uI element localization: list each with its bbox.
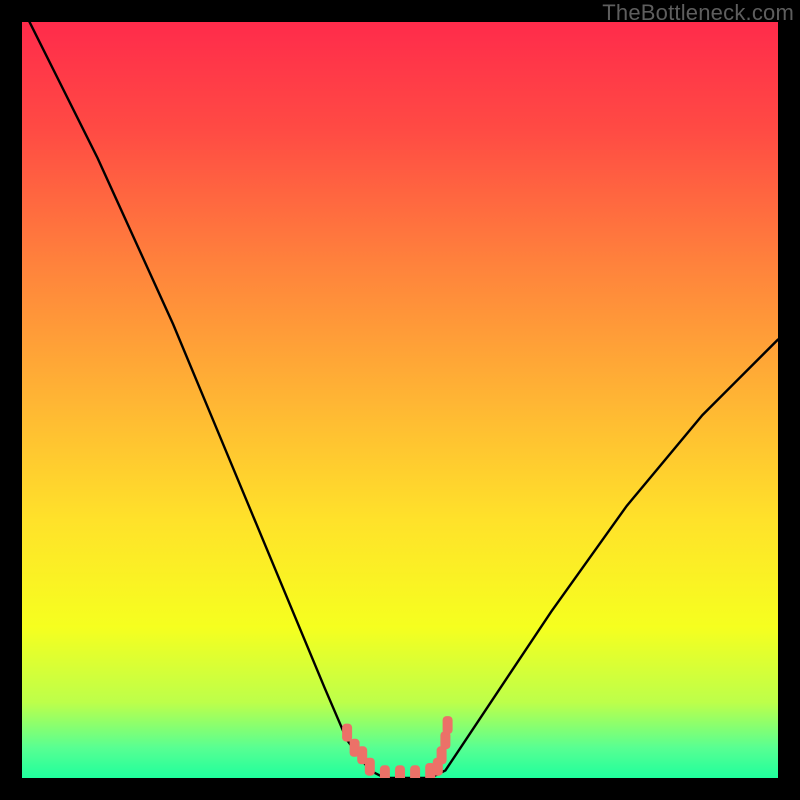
marker-point xyxy=(380,765,390,778)
marker-point xyxy=(443,716,453,734)
bottleneck-curve-line xyxy=(22,22,778,778)
bottleneck-chart xyxy=(22,22,778,778)
marker-point xyxy=(410,765,420,778)
watermark-text: TheBottleneck.com xyxy=(602,0,794,26)
marker-point xyxy=(365,758,375,776)
marker-point xyxy=(395,765,405,778)
chart-frame xyxy=(22,22,778,778)
marker-point xyxy=(342,724,352,742)
bottleneck-marker-cluster xyxy=(342,716,453,778)
